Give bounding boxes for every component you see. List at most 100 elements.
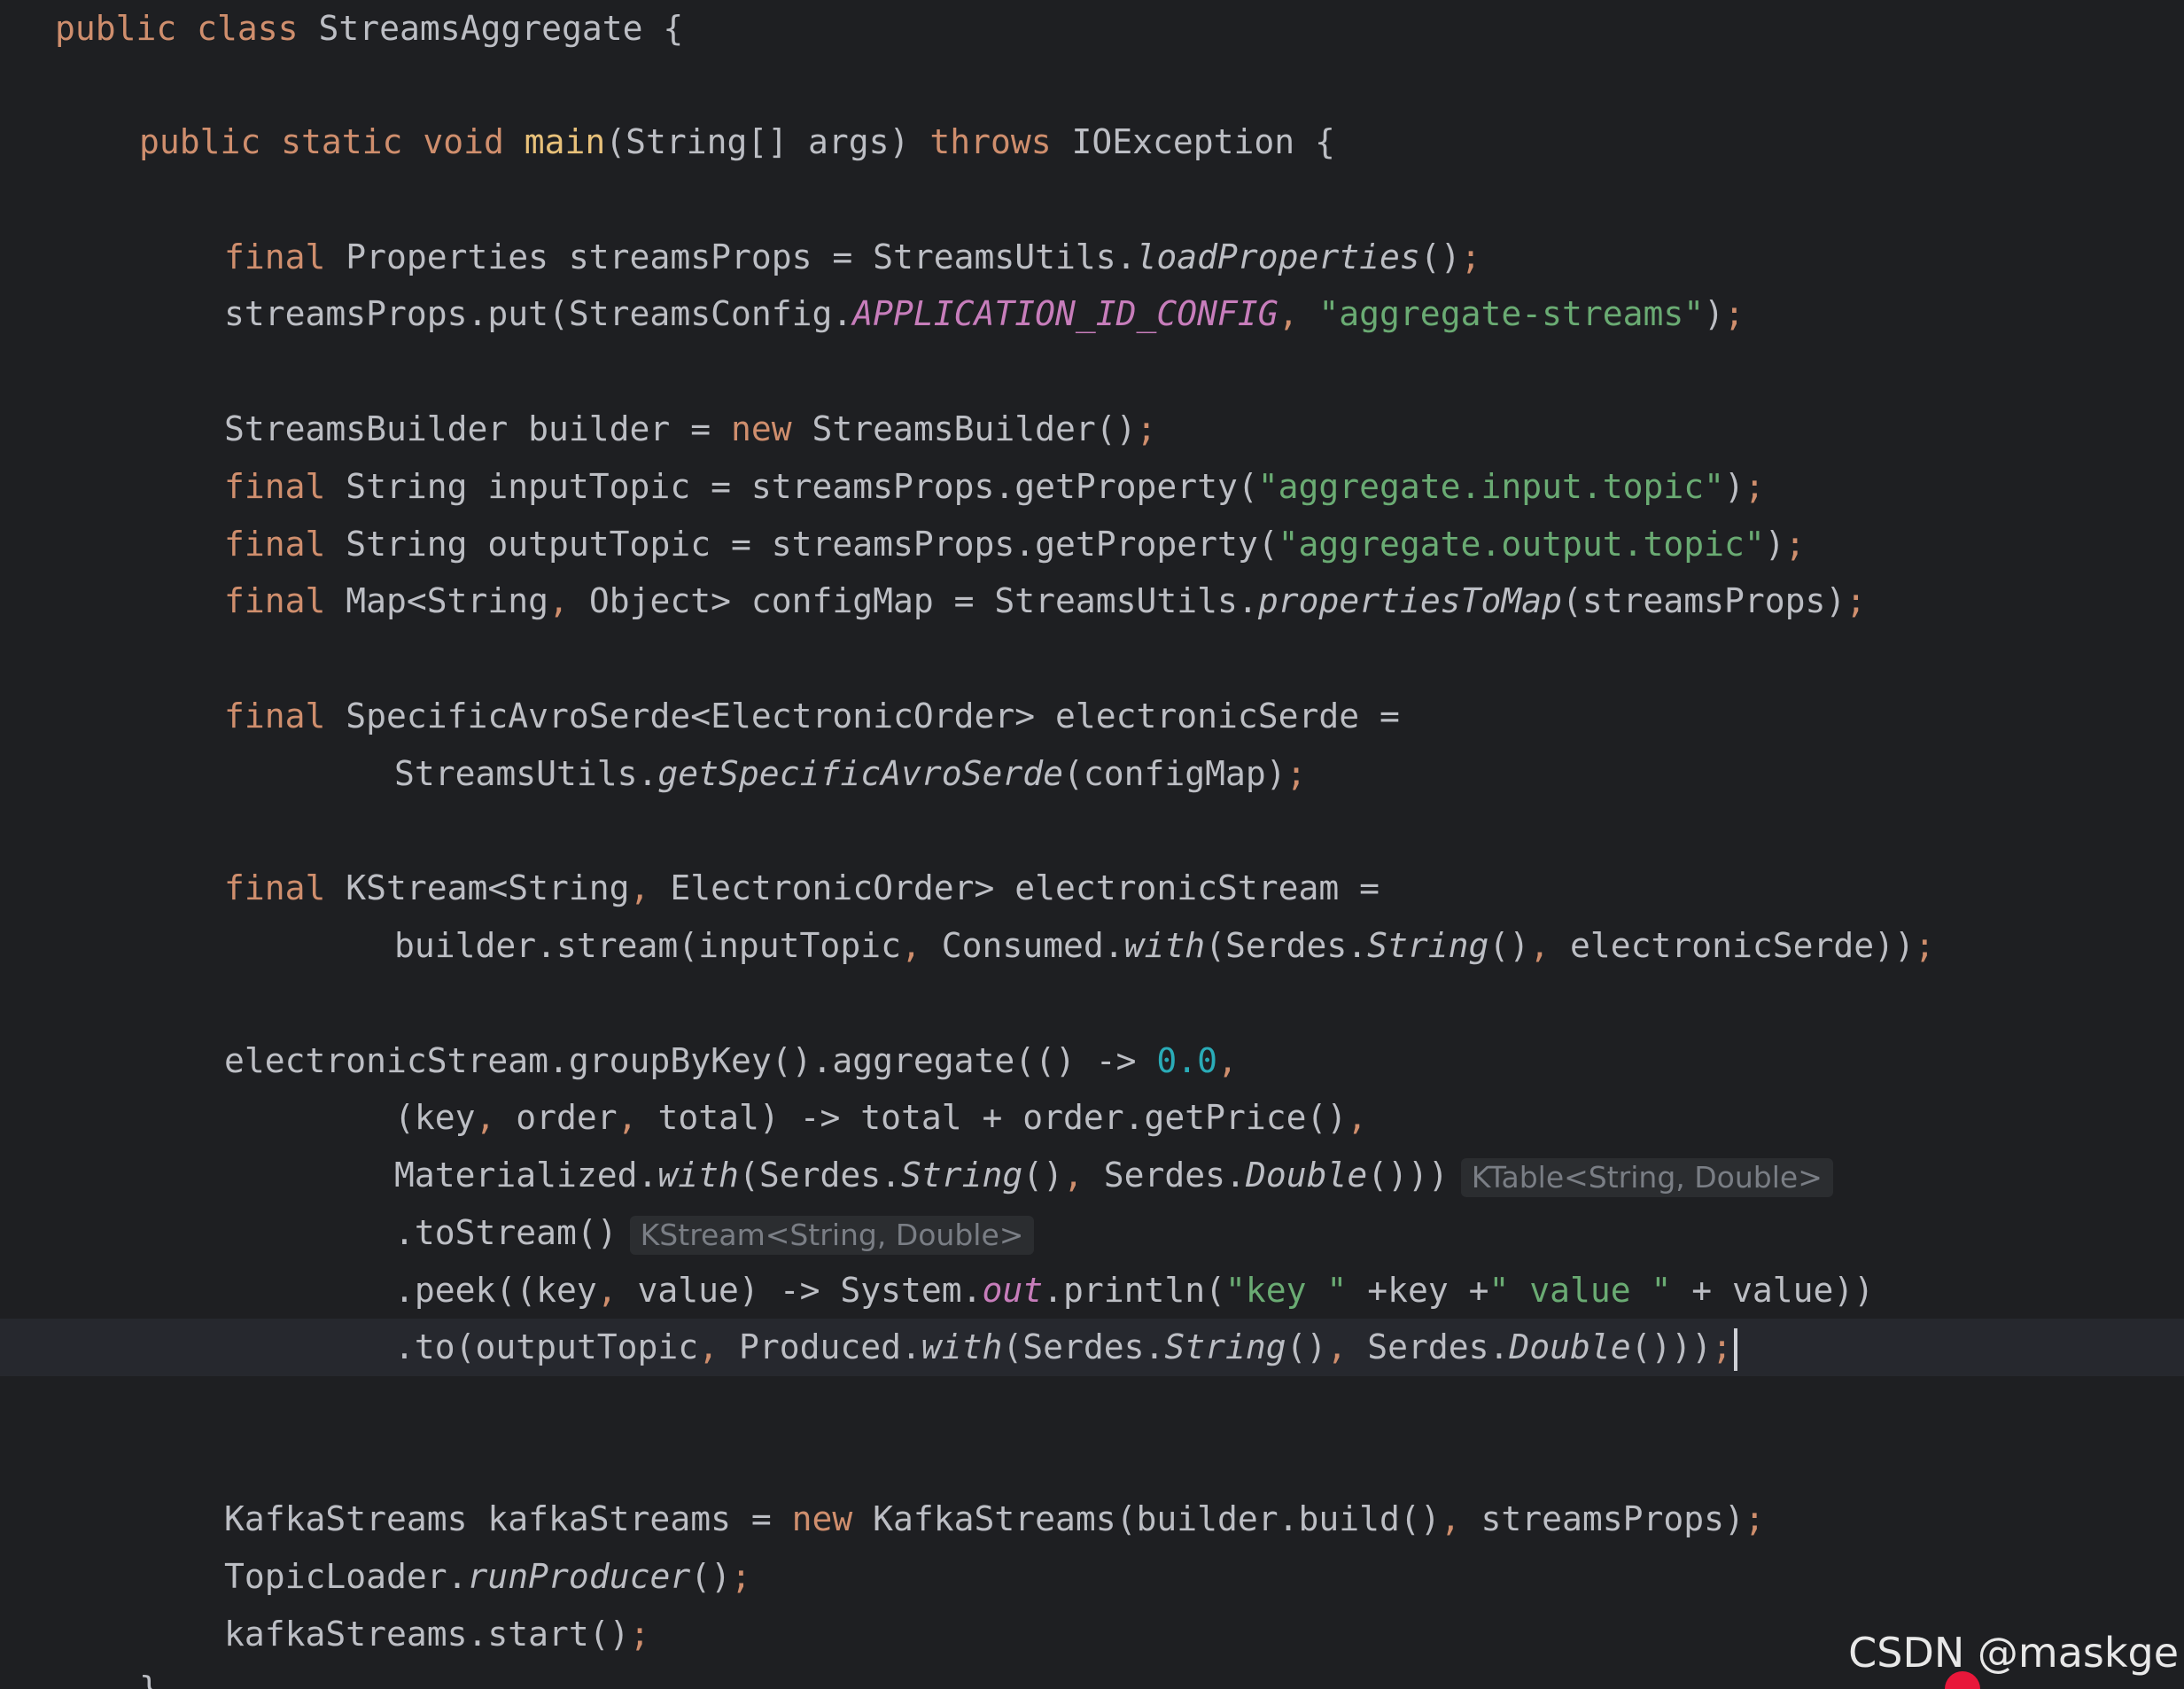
code-line-9[interactable]: final SpecificAvroSerde<ElectronicOrder>… bbox=[0, 688, 2184, 745]
string-literal: "aggregate.output.topic" bbox=[1278, 525, 1765, 564]
text-caret bbox=[1734, 1327, 1738, 1371]
type-inlay-hint: KStream<String, Double> bbox=[629, 1215, 1035, 1255]
code-line-11[interactable]: final KStream<String, ElectronicOrder> e… bbox=[0, 860, 2184, 917]
code-line-17[interactable]: .peek((key, value) -> System.out.println… bbox=[0, 1262, 2184, 1319]
comma: , bbox=[1063, 1156, 1104, 1195]
code-text: StreamsBuilder() bbox=[791, 409, 1137, 448]
code-text: StreamsUtils. bbox=[394, 754, 658, 793]
semicolon: ; bbox=[1914, 926, 1935, 965]
number-literal: 0.0 bbox=[1156, 1041, 1218, 1080]
semicolon: ; bbox=[1846, 581, 1867, 620]
code-line-8[interactable]: final Map<String, Object> configMap = St… bbox=[0, 572, 2184, 630]
semicolon: ; bbox=[1784, 525, 1806, 564]
code-text: Consumed. bbox=[941, 926, 1124, 965]
code-text: .println( bbox=[1043, 1271, 1226, 1310]
code-text: ) bbox=[1704, 294, 1724, 333]
code-line-7[interactable]: final String outputTopic = streamsProps.… bbox=[0, 516, 2184, 573]
code-line-6[interactable]: final String inputTopic = streamsProps.g… bbox=[0, 458, 2184, 516]
code-text: String outputTopic = streamsProps.getPro… bbox=[325, 525, 1279, 564]
keyword: class bbox=[197, 9, 299, 48]
method-name: main bbox=[524, 122, 606, 161]
keyword: final bbox=[224, 467, 326, 506]
code-editor[interactable]: public class StreamsAggregate { public s… bbox=[0, 0, 2184, 1689]
code-text: IOException { bbox=[1051, 122, 1335, 161]
code-text: Map<String bbox=[325, 581, 549, 620]
code-line-14[interactable]: (key, order, total) -> total + order.get… bbox=[0, 1089, 2184, 1147]
comma: , bbox=[1529, 926, 1570, 965]
code-text: (streamsProps) bbox=[1561, 581, 1846, 620]
code-text: KafkaStreams kafkaStreams = bbox=[224, 1499, 792, 1538]
code-text: (Serdes. bbox=[1002, 1327, 1165, 1366]
code-text: () bbox=[1286, 1327, 1327, 1366]
code-text: (configMap) bbox=[1062, 754, 1286, 793]
static-method: String bbox=[1164, 1327, 1286, 1366]
semicolon: ; bbox=[730, 1557, 751, 1596]
code-text: String inputTopic = streamsProps.getProp… bbox=[325, 467, 1258, 506]
code-text: Serdes. bbox=[1367, 1327, 1510, 1366]
semicolon: ; bbox=[1744, 467, 1765, 506]
semicolon: ; bbox=[629, 1615, 650, 1654]
code-text: KafkaStreams(builder.build() bbox=[852, 1499, 1441, 1538]
code-text: streamsProps) bbox=[1481, 1499, 1745, 1538]
code-text: (key bbox=[394, 1098, 476, 1137]
code-text: electronicSerde)) bbox=[1569, 926, 1915, 965]
comma: , bbox=[475, 1098, 517, 1137]
code-text: Materialized. bbox=[394, 1156, 658, 1195]
code-text: SpecificAvroSerde<ElectronicOrder> elect… bbox=[325, 697, 1400, 736]
code-text: ) bbox=[1764, 525, 1785, 564]
code-line-15[interactable]: Materialized.with(Serdes.String(), Serde… bbox=[0, 1147, 2184, 1204]
code-line-16[interactable]: .toStream() KStream<String, Double> bbox=[0, 1204, 2184, 1262]
semicolon: ; bbox=[1712, 1327, 1733, 1366]
semicolon: ; bbox=[1136, 409, 1157, 448]
code-text: () bbox=[1488, 926, 1530, 965]
code-text: electronicStream.groupByKey().aggregate(… bbox=[224, 1041, 1157, 1080]
comma: , bbox=[1440, 1499, 1481, 1538]
code-line-12[interactable]: builder.stream(inputTopic, Consumed.with… bbox=[0, 917, 2184, 975]
code-text: order bbox=[516, 1098, 618, 1137]
code-text: Produced. bbox=[738, 1327, 921, 1366]
semicolon: ; bbox=[1744, 1499, 1765, 1538]
code-line-2[interactable]: public static void main(String[] args) t… bbox=[0, 113, 2184, 171]
static-method: runProducer bbox=[467, 1557, 691, 1596]
comma: , bbox=[698, 1327, 739, 1366]
class-name: StreamsAggregate { bbox=[318, 9, 684, 48]
code-text: () bbox=[1022, 1156, 1064, 1195]
code-text: StreamsBuilder builder = bbox=[224, 409, 731, 448]
static-field: out bbox=[982, 1271, 1044, 1310]
comma: , bbox=[596, 1271, 638, 1310]
comma: , bbox=[629, 868, 671, 907]
code-text: ) bbox=[1723, 467, 1745, 506]
code-line-1[interactable]: public class StreamsAggregate { bbox=[0, 0, 2184, 58]
code-line-4[interactable]: streamsProps.put(StreamsConfig.APPLICATI… bbox=[0, 285, 2184, 343]
code-text: + value)) bbox=[1671, 1271, 1875, 1310]
code-text: .peek((key bbox=[394, 1271, 597, 1310]
code-line-13[interactable]: electronicStream.groupByKey().aggregate(… bbox=[0, 1032, 2184, 1090]
keyword: new bbox=[730, 409, 792, 448]
code-line-3[interactable]: final Properties streamsProps = StreamsU… bbox=[0, 229, 2184, 286]
code-text: (Serdes. bbox=[1205, 926, 1368, 965]
string-literal: "aggregate-streams" bbox=[1318, 294, 1705, 333]
code-line-18-current[interactable]: .to(outputTopic, Produced.with(Serdes.St… bbox=[0, 1319, 2184, 1376]
keyword: static bbox=[281, 122, 403, 161]
code-text: Properties streamsProps = StreamsUtils. bbox=[325, 237, 1137, 276]
code-text: ElectronicOrder> electronicStream = bbox=[670, 868, 1380, 907]
static-method: with bbox=[1123, 926, 1206, 965]
string-literal: "key " bbox=[1225, 1271, 1348, 1310]
static-method: Double bbox=[1509, 1327, 1631, 1366]
code-text: (String[] args) bbox=[605, 122, 930, 161]
code-line-5[interactable]: StreamsBuilder builder = new StreamsBuil… bbox=[0, 401, 2184, 458]
comma: , bbox=[617, 1098, 658, 1137]
keyword: throws bbox=[929, 122, 1052, 161]
code-line-10[interactable]: StreamsUtils.getSpecificAvroSerde(config… bbox=[0, 745, 2184, 803]
comma: , bbox=[1326, 1327, 1368, 1366]
keyword: final bbox=[224, 697, 326, 736]
code-text: Serdes. bbox=[1103, 1156, 1246, 1195]
code-text: streamsProps.put(StreamsConfig. bbox=[224, 294, 853, 333]
code-text: .toStream() bbox=[394, 1213, 618, 1252]
static-method: loadProperties bbox=[1136, 237, 1420, 276]
comma: , bbox=[1217, 1041, 1238, 1080]
code-line-19[interactable]: KafkaStreams kafkaStreams = new KafkaStr… bbox=[0, 1491, 2184, 1548]
static-method: with bbox=[657, 1156, 739, 1195]
keyword: final bbox=[224, 581, 326, 620]
code-line-20[interactable]: TopicLoader.runProducer(); bbox=[0, 1548, 2184, 1606]
